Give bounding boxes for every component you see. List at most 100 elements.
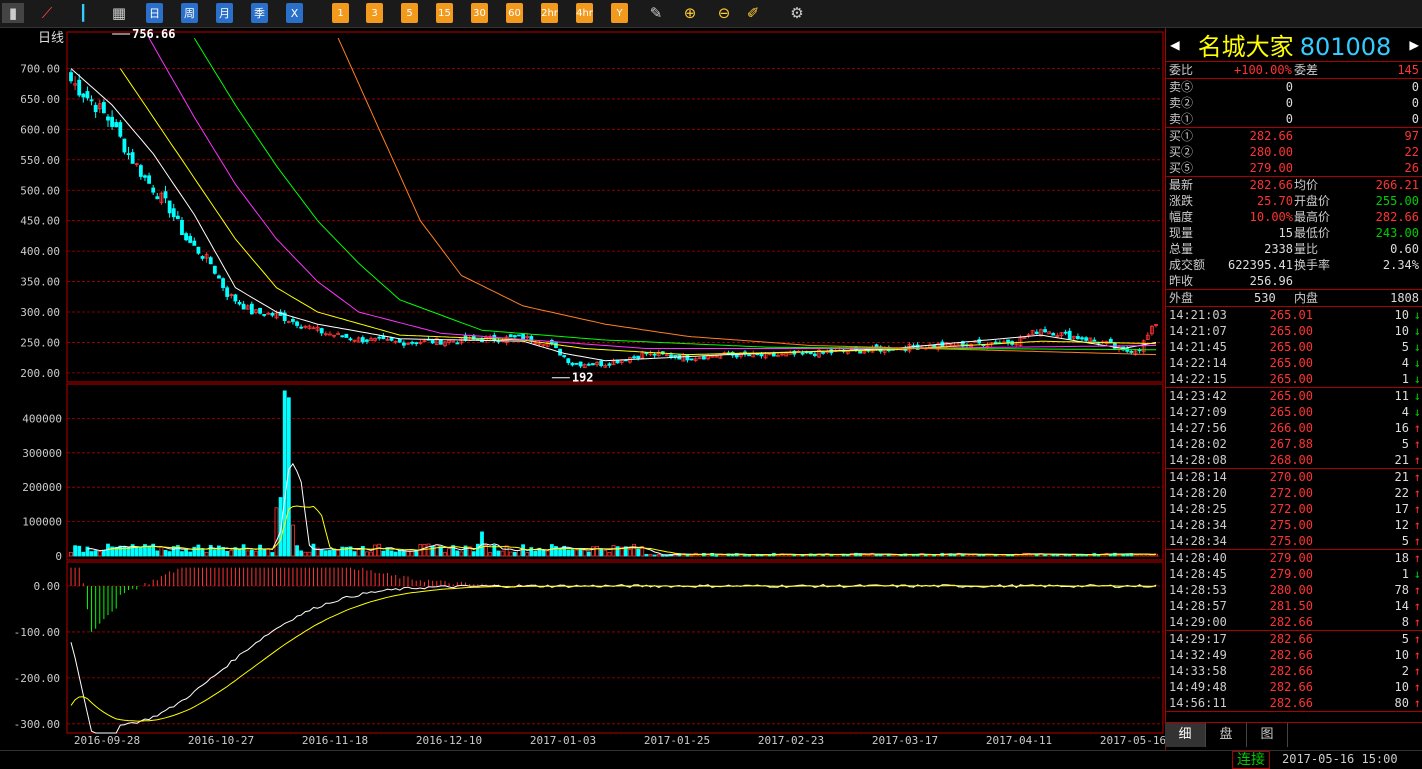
volume-bar [1088, 554, 1093, 557]
chart-svg[interactable]: 日线 200.00 250.00 300.00 350.00 400.00 450.00 50… [0, 27, 1166, 750]
candle-body [821, 351, 826, 354]
volume-bar [508, 551, 513, 557]
volume-bar [352, 551, 357, 557]
zoom-in-icon[interactable]: ⊕ [679, 3, 701, 23]
volume-bar [89, 551, 94, 557]
tick-time: 14:28:02 [1169, 437, 1227, 451]
tick-time: 14:28:40 [1169, 551, 1227, 565]
volume-bar [652, 554, 657, 557]
candlestick-icon[interactable]: ┃ [72, 3, 94, 23]
volume-bar [126, 547, 131, 557]
neipan-label: 内盘 [1294, 291, 1319, 305]
tick-direction-icon: ↑ [1413, 486, 1421, 500]
minute-5-button[interactable]: 5 [401, 3, 418, 23]
calendar-icon[interactable]: ▦ [108, 3, 130, 23]
volume-bar [163, 549, 168, 557]
edit-icon[interactable]: ✎ [645, 3, 667, 23]
volume-bar [611, 544, 616, 557]
tab-detail[interactable]: 细 [1165, 723, 1206, 747]
tick-direction-icon: ↑ [1413, 664, 1421, 678]
year-button[interactable]: Y [611, 3, 628, 23]
next-stock-icon[interactable]: ▶ [1409, 35, 1419, 54]
tick-row: 14:28:45 279.00 1 ↓ [1166, 566, 1422, 582]
tick-volume: 14 [1394, 599, 1409, 613]
tick-list[interactable]: 14:21:03 265.01 10 ↓ 14:21:07 265.00 10 ↓ 14:21:… [1166, 307, 1422, 712]
draw-icon[interactable]: ✐ [742, 3, 764, 23]
volume-bar [365, 551, 369, 557]
tick-direction-icon: ↑ [1413, 632, 1421, 646]
candle-body [1063, 331, 1068, 334]
weicha-label: 委差 [1294, 63, 1319, 77]
quote-panel: ◀ 名城大家 801008 ▶ 委比 +100.00% 委差 145 卖⑤ 0 0 卖②… [1165, 28, 1422, 750]
stat-label: 最高价 [1294, 210, 1331, 224]
candle-body [591, 363, 595, 366]
tick-volume: 78 [1394, 583, 1409, 597]
candle-body [295, 321, 299, 326]
candle-body [188, 235, 193, 243]
hour-2-button[interactable]: 2hr [541, 3, 558, 23]
line-chart-icon[interactable]: ⟋ [36, 3, 58, 23]
sell-label: 卖① [1169, 112, 1194, 126]
minute-1-button[interactable]: 1 [332, 3, 349, 23]
volume-bar [549, 544, 554, 557]
kline-chart-icon[interactable]: ▮ [2, 3, 24, 23]
tick-time: 14:22:14 [1169, 356, 1227, 370]
hour-4-button[interactable]: 4hr [576, 3, 593, 23]
volume-tick-label: 400000 [22, 412, 62, 425]
minute-3-button[interactable]: 3 [366, 3, 383, 23]
minute-15-button[interactable]: 15 [436, 3, 453, 23]
sell-price: 0 [1285, 96, 1293, 110]
volume-bar [134, 547, 139, 557]
minute-30-button[interactable]: 30 [471, 3, 488, 23]
volume-bar [147, 545, 151, 557]
volume-bar [862, 554, 867, 557]
volume-bar [73, 545, 78, 557]
candle-body [118, 122, 123, 137]
tab-orderbook[interactable]: 盘 [1206, 723, 1247, 747]
period-week-button[interactable]: 周 [181, 3, 198, 23]
stats-row: 总量 2338 量比 0.60 [1166, 241, 1422, 257]
tick-volume: 4 [1401, 356, 1409, 370]
volume-bar [952, 554, 957, 557]
tab-chart[interactable]: 图 [1247, 723, 1288, 747]
tick-row: 14:49:48 282.66 10 ↑ [1166, 679, 1422, 695]
candle-body [759, 354, 764, 357]
tick-row: 14:32:49 282.66 10 ↑ [1166, 647, 1422, 663]
stats-row: 幅度 10.00% 最高价 282.66 [1166, 209, 1422, 225]
volume-panel-frame [66, 383, 1164, 561]
chart-area[interactable]: 日线 200.00 250.00 300.00 350.00 400.00 450.00 50… [0, 27, 1166, 750]
buy-row: 买② 280.00 22 [1166, 144, 1422, 160]
volume-bar [665, 554, 669, 557]
volume-tick-label: 0 [55, 550, 62, 563]
period-season-button[interactable]: 季 [251, 3, 268, 23]
tick-time: 14:28:53 [1169, 583, 1227, 597]
stat-value: 10.00% [1249, 210, 1293, 224]
minute-60-button[interactable]: 60 [506, 3, 523, 23]
tick-direction-icon: ↓ [1413, 324, 1421, 338]
macd-dif-line [70, 584, 1157, 734]
volume-bar [714, 554, 719, 557]
volume-bar [628, 549, 632, 557]
zoom-out-icon[interactable]: ⊖ [713, 3, 735, 23]
candle-body [1080, 337, 1084, 340]
tick-price: 282.66 [1269, 696, 1313, 710]
prev-stock-icon[interactable]: ◀ [1170, 35, 1180, 54]
tick-volume: 17 [1394, 502, 1409, 516]
volume-bar [475, 543, 480, 557]
volume-bar [237, 549, 242, 557]
settings-gear-icon[interactable]: ⚙ [786, 3, 808, 23]
high-annotation: 756.66 [132, 28, 175, 41]
period-day-button[interactable]: 日 [146, 3, 163, 23]
volume-bar [496, 550, 501, 557]
panel-tabs: 细 盘 图 [1165, 722, 1422, 749]
tick-volume: 5 [1401, 437, 1409, 451]
volume-bar [319, 549, 324, 557]
period-month-button[interactable]: 月 [216, 3, 233, 23]
volume-bar [258, 544, 262, 557]
period-x-button[interactable]: X [286, 3, 303, 23]
volume-bar [1117, 554, 1121, 557]
candle-body [360, 337, 365, 343]
tick-volume: 10 [1394, 680, 1409, 694]
tick-time: 14:29:00 [1169, 615, 1227, 629]
tick-price: 282.66 [1269, 648, 1313, 662]
